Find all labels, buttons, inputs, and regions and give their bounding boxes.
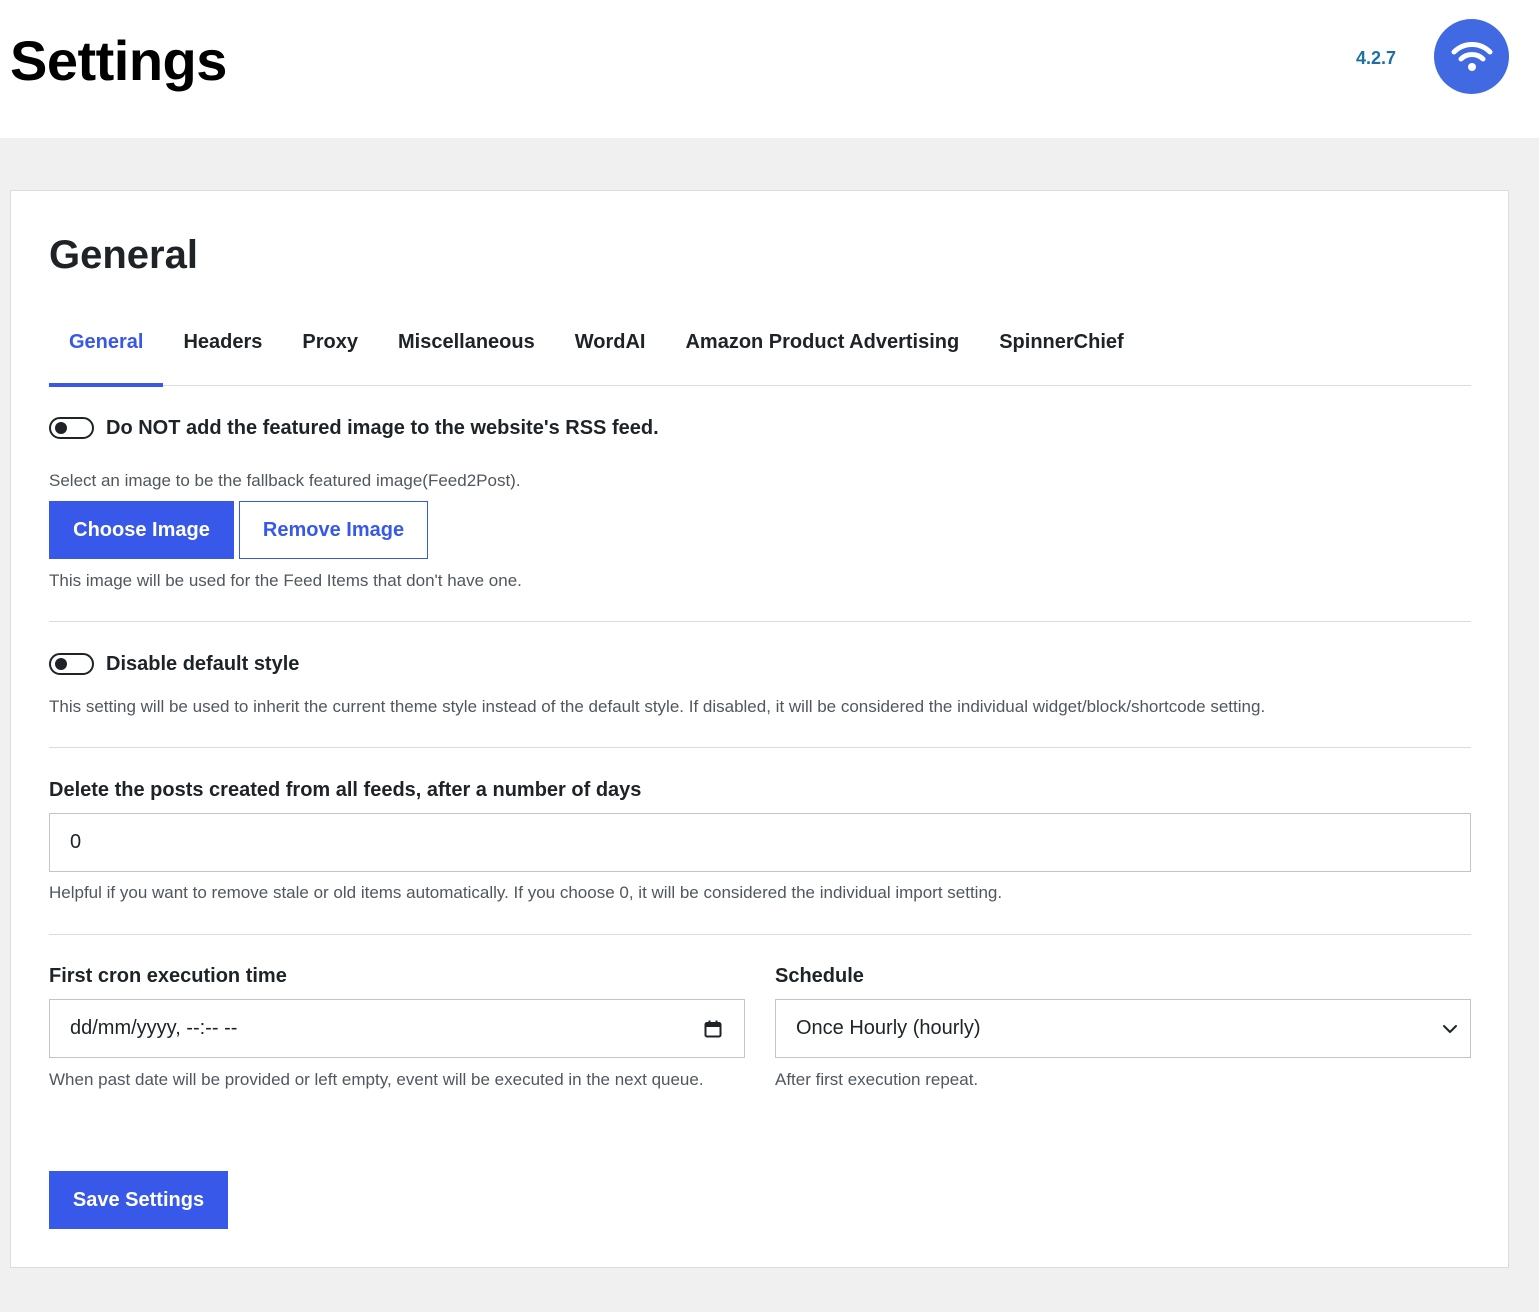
default-style-toggle[interactable] <box>49 653 94 675</box>
tab-spinnerchief[interactable]: SpinnerChief <box>979 319 1143 385</box>
toggle-knob <box>55 658 67 670</box>
top-header: Settings 4.2.7 <box>0 0 1539 138</box>
tab-amazon-product-advertising[interactable]: Amazon Product Advertising <box>665 319 979 385</box>
cron-time-input[interactable]: dd/mm/yyyy, --:-- -- <box>49 999 745 1058</box>
section-divider <box>49 747 1471 748</box>
version-label: 4.2.7 <box>1356 48 1397 68</box>
schedule-selected-value: Once Hourly (hourly) <box>796 1017 981 1039</box>
rss-featured-image-toggle[interactable] <box>49 417 94 439</box>
fallback-image-label: Select an image to be the fallback featu… <box>49 471 521 490</box>
default-style-help: This setting will be used to inherit the… <box>49 697 1266 716</box>
choose-image-button[interactable]: Choose Image <box>49 501 234 559</box>
toggle-knob <box>55 422 67 434</box>
tab-headers[interactable]: Headers <box>163 319 282 385</box>
rss-toggle-label: Do NOT add the featured image to the web… <box>106 417 659 439</box>
chevron-down-icon <box>1443 1024 1457 1033</box>
section-divider <box>49 934 1471 935</box>
section-title: General <box>49 233 198 277</box>
settings-card: General General Headers Proxy Miscellane… <box>10 190 1509 1268</box>
settings-tabs: General Headers Proxy Miscellaneous Word… <box>49 319 1471 387</box>
fallback-image-help: This image will be used for the Feed Ite… <box>49 571 522 590</box>
calendar-icon[interactable] <box>704 1020 722 1038</box>
wifi-feed-icon <box>1451 41 1492 71</box>
schedule-label: Schedule <box>775 965 864 987</box>
delete-posts-help: Helpful if you want to remove stale or o… <box>49 883 1003 902</box>
section-divider <box>49 621 1471 622</box>
delete-posts-days-input[interactable]: 0 <box>49 813 1471 872</box>
cron-time-label: First cron execution time <box>49 965 287 987</box>
cron-time-placeholder: dd/mm/yyyy, --:-- -- <box>70 1017 238 1039</box>
default-style-label: Disable default style <box>106 653 300 675</box>
plugin-logo <box>1434 19 1509 94</box>
tab-wordai[interactable]: WordAI <box>555 319 666 385</box>
tab-proxy[interactable]: Proxy <box>282 319 378 385</box>
delete-posts-value: 0 <box>70 831 82 853</box>
delete-posts-label: Delete the posts created from all feeds,… <box>49 779 642 801</box>
cron-time-help: When past date will be provided or left … <box>49 1070 704 1089</box>
remove-image-button[interactable]: Remove Image <box>239 501 428 559</box>
schedule-help: After first execution repeat. <box>775 1070 979 1089</box>
schedule-select[interactable]: Once Hourly (hourly) <box>775 999 1471 1058</box>
tab-general[interactable]: General <box>49 319 164 387</box>
tab-miscellaneous[interactable]: Miscellaneous <box>378 319 555 385</box>
save-settings-button[interactable]: Save Settings <box>49 1171 228 1229</box>
page-title: Settings <box>10 29 227 92</box>
